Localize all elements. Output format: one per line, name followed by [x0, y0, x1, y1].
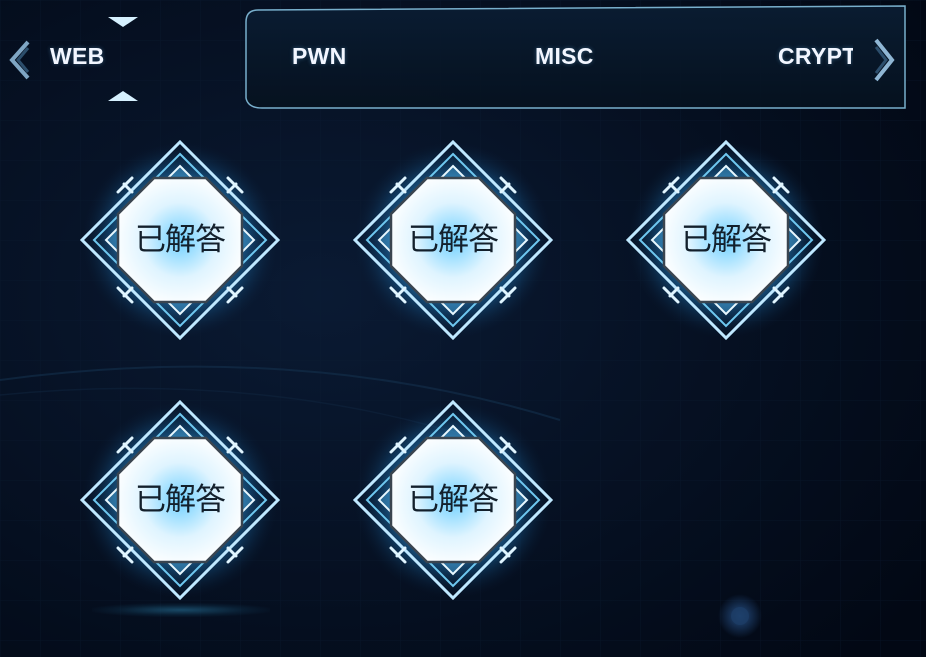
tab-misc[interactable]: MISC	[535, 40, 594, 72]
tab-web[interactable]: WEB	[50, 40, 105, 72]
challenge-status: 已解答	[408, 222, 499, 258]
tab-crypto-clip: CRYPTO	[770, 40, 853, 72]
challenge-badge[interactable]: 已解答	[626, 140, 826, 340]
challenge-status: 已解答	[135, 482, 226, 518]
chevron-left-icon[interactable]	[6, 40, 32, 80]
selection-glow-bar	[92, 603, 270, 617]
challenge-badge[interactable]: 已解答	[80, 140, 280, 340]
challenge-badge[interactable]: 已解答	[353, 400, 553, 600]
chevron-right-icon[interactable]	[872, 38, 898, 82]
challenge-status: 已解答	[681, 222, 772, 258]
tab-pwn[interactable]: PWN	[292, 40, 347, 72]
challenge-status: 已解答	[408, 482, 499, 518]
tab-crypto[interactable]: CRYPTO	[778, 40, 853, 72]
challenge-badge[interactable]: 已解答	[353, 140, 553, 340]
challenge-status: 已解答	[135, 222, 226, 258]
challenge-badge[interactable]: 已解答	[80, 400, 280, 600]
category-tab-bar: WEB PWN MISC CRYPTO	[0, 0, 926, 115]
